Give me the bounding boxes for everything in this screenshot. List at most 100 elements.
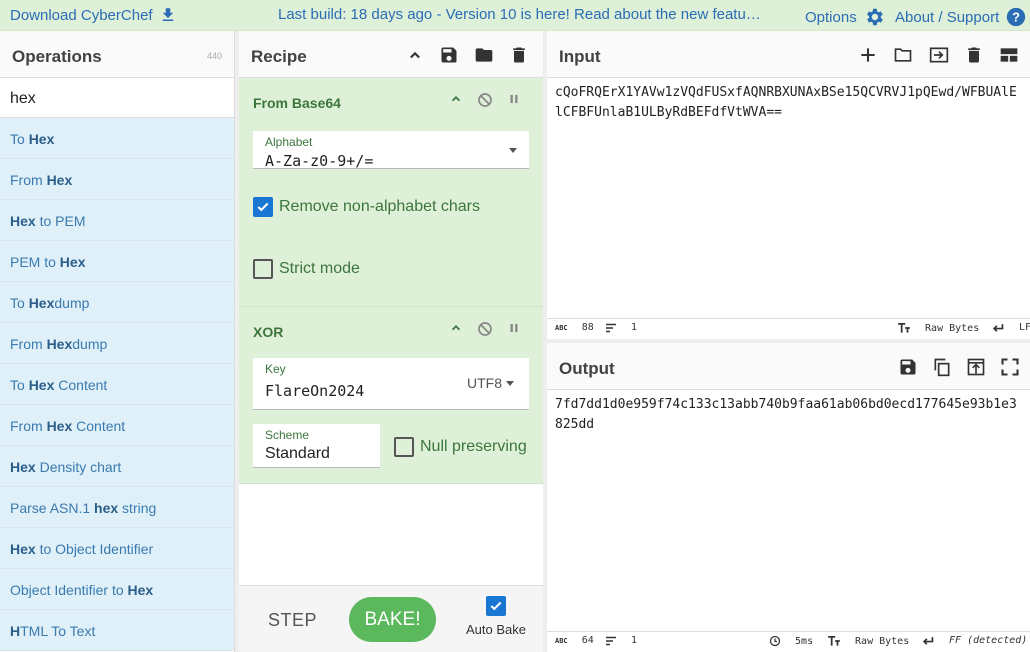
checkbox-checked-icon	[253, 197, 273, 217]
operation-name-part: Parse ASN.1	[10, 500, 95, 516]
output-encoding[interactable]: Raw Bytes	[827, 635, 909, 647]
remove-non-alphabet-checkbox[interactable]: Remove non-alphabet chars	[253, 197, 480, 217]
operation-name-part: From	[10, 172, 47, 188]
input-status-bar: ABC 88 1 Raw Bytes LF	[547, 318, 1030, 337]
output-section: Output 7fd7dd1d0e959f74c133c13abb740b9fa…	[547, 343, 1030, 652]
operation-item[interactable]: Hex to Object Identifier	[0, 528, 234, 569]
alphabet-value: A-Za-z0-9+/=	[265, 152, 374, 170]
maximize-icon[interactable]	[1000, 357, 1020, 377]
disable-icon[interactable]	[477, 321, 493, 337]
output-title: Output	[559, 359, 615, 378]
operations-header: Operations 440	[0, 31, 234, 78]
operation-item[interactable]: To Hexdump	[0, 282, 234, 323]
pause-icon[interactable]	[507, 92, 521, 106]
operation-item[interactable]: Hex Density chart	[0, 446, 234, 487]
save-icon[interactable]	[898, 357, 918, 377]
scheme-select[interactable]: Scheme Standard	[253, 424, 380, 468]
trash-icon[interactable]	[509, 45, 529, 65]
key-encoding-select[interactable]: UTF8	[467, 375, 502, 391]
text-size-icon	[828, 636, 840, 646]
char-count: ABC 64	[555, 635, 594, 646]
operation-item[interactable]: HTML To Text	[0, 610, 234, 651]
output-encoding-value: Raw Bytes	[855, 635, 910, 647]
bake-button[interactable]: BAKE!	[349, 597, 436, 642]
checkbox-unchecked-icon	[253, 259, 273, 279]
operation-name-part: string	[118, 500, 157, 516]
operation-item[interactable]: Object Identifier to Hex	[0, 569, 234, 610]
alphabet-select[interactable]: Alphabet A-Za-z0-9+/=	[253, 131, 529, 170]
operation-item[interactable]: PEM to Hex	[0, 241, 234, 282]
folder-icon[interactable]	[473, 45, 495, 65]
operation-item[interactable]: To Hex Content	[0, 364, 234, 405]
char-count: ABC 88	[555, 322, 594, 333]
chevron-up-icon[interactable]	[405, 45, 425, 65]
operations-title: Operations	[12, 47, 102, 66]
operations-search-input[interactable]: hex	[0, 78, 234, 118]
open-folder-icon[interactable]	[892, 45, 914, 65]
operation-item[interactable]: To Hex	[0, 118, 234, 159]
input-eol-value: LF	[1019, 322, 1030, 333]
replace-input-icon[interactable]	[966, 357, 986, 377]
input-encoding-value: Raw Bytes	[925, 322, 980, 334]
operation-item[interactable]: Hex to PEM	[0, 200, 234, 241]
build-notice[interactable]: Last build: 18 days ago - Version 10 is …	[278, 6, 764, 23]
open-file-icon[interactable]	[928, 45, 950, 65]
operation-name-part: To	[10, 131, 29, 147]
add-icon[interactable]	[858, 45, 878, 65]
step-button[interactable]: STEP	[268, 610, 317, 631]
strict-mode-checkbox[interactable]: Strict mode	[253, 259, 360, 279]
operation-name-part: To	[10, 295, 29, 311]
operation-name-part: PEM to	[10, 254, 60, 270]
trash-icon[interactable]	[964, 45, 984, 65]
chevron-up-icon[interactable]	[449, 92, 463, 106]
operation-item[interactable]: Parse ASN.1 hex string	[0, 487, 234, 528]
line-count: 1	[605, 322, 637, 333]
remove-non-alphabet-label: Remove non-alphabet chars	[279, 198, 481, 215]
return-icon	[922, 636, 934, 645]
chevron-up-icon[interactable]	[449, 321, 463, 335]
svg-text:?: ?	[1012, 10, 1020, 25]
layout-icon[interactable]	[998, 45, 1020, 65]
operation-name-part: to Object Identifier	[35, 541, 154, 557]
save-icon[interactable]	[439, 45, 459, 65]
recipe-panel: Recipe From Base64 Alphabet A-Za-z0-9+/=…	[239, 31, 543, 652]
operation-name-part: Density chart	[35, 459, 122, 475]
key-input[interactable]: Key FlareOn2024 UTF8	[253, 358, 529, 410]
input-encoding[interactable]: Raw Bytes	[897, 322, 979, 334]
download-icon	[162, 8, 173, 21]
null-preserving-checkbox[interactable]: Null preserving	[394, 437, 527, 457]
input-title: Input	[559, 47, 601, 66]
pause-icon[interactable]	[507, 321, 521, 335]
operation-item[interactable]: From Hex Content	[0, 405, 234, 446]
auto-bake-label: Auto Bake	[466, 622, 526, 637]
auto-bake-checkbox[interactable]: Auto Bake	[461, 596, 531, 637]
gear-icon	[866, 8, 883, 26]
notice-text: - Version 10 is here! Read about the new…	[432, 6, 764, 23]
line-count-value: 1	[631, 322, 638, 333]
download-label: Download CyberChef	[10, 6, 153, 24]
operation-search-highlight: Hex	[10, 459, 36, 475]
output-eol[interactable]: FF (detected)	[921, 635, 1027, 646]
operations-panel: Operations 440 hex To Hex From Hex Hex to …	[0, 31, 235, 652]
null-preserving-label: Null preserving	[420, 438, 527, 455]
operation-search-highlight: Hex	[59, 254, 86, 270]
recipe-header: Recipe	[239, 31, 543, 78]
operation-item[interactable]: From Hexdump	[0, 323, 234, 364]
output-eol-value: FF (detected)	[949, 635, 1028, 646]
operation-item[interactable]: From Hex	[0, 159, 234, 200]
options-label: Options	[805, 8, 857, 26]
options-button[interactable]: Options	[805, 6, 885, 28]
chevron-down-icon	[509, 148, 517, 153]
copy-icon[interactable]	[932, 357, 952, 377]
input-eol[interactable]: LF	[991, 322, 1030, 333]
download-link[interactable]: Download CyberChef	[10, 6, 177, 24]
key-value: FlareOn2024	[265, 382, 365, 400]
ingredient-from-base64: From Base64 Alphabet A-Za-z0-9+/= Remove…	[239, 78, 543, 307]
disable-icon[interactable]	[477, 92, 493, 108]
bake-time-value: 5ms	[795, 635, 814, 647]
alphabet-label: Alphabet	[265, 135, 313, 149]
text-size-icon	[898, 323, 910, 333]
input-text-area[interactable]: cQoFRQErX1YAVw1zVQdFUSxfAQNRBXUNAxBSe15Q…	[547, 78, 1030, 318]
output-text-area[interactable]: 7fd7dd1d0e959f74c133c13abb740b9faa61ab06…	[547, 390, 1030, 631]
about-support-button[interactable]: About / Support ?	[895, 6, 1027, 28]
